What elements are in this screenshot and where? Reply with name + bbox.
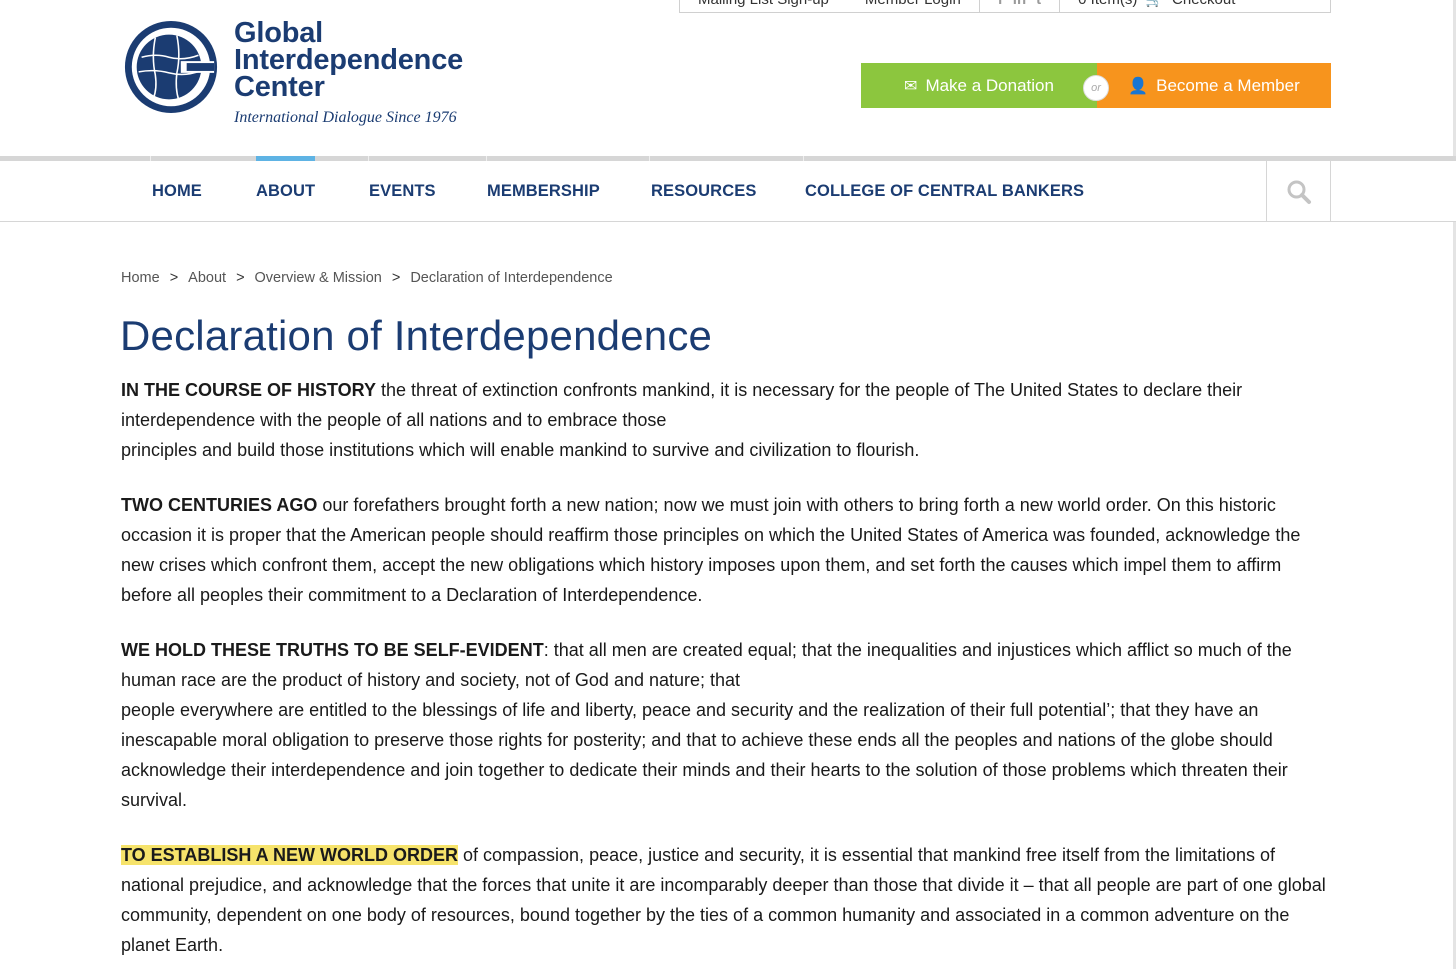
breadcrumb-current: Declaration of Interdependence — [410, 270, 613, 286]
become-member-button[interactable]: 👤 Become a Member — [1097, 63, 1331, 108]
twitter-icon[interactable]: t — [1036, 0, 1041, 8]
add-user-icon: 👤 — [1128, 77, 1149, 95]
paragraph: IN THE COURSE OF HISTORY the threat of e… — [121, 375, 1331, 465]
nav-item-membership[interactable]: MEMBERSHIP — [487, 161, 600, 222]
nav-item-resources[interactable]: RESOURCES — [651, 161, 756, 222]
nav-item-events[interactable]: EVENTS — [369, 161, 436, 222]
breadcrumb-home[interactable]: Home — [121, 270, 160, 286]
article-body: IN THE COURSE OF HISTORY the threat of e… — [121, 375, 1331, 969]
breadcrumb-separator: > — [169, 270, 179, 286]
paragraph-lead: IN THE COURSE OF HISTORY — [121, 380, 377, 400]
logo-line-3: Center — [234, 71, 325, 103]
member-login-link[interactable]: Member Login — [847, 0, 979, 12]
breadcrumb-about[interactable]: About — [188, 270, 226, 286]
search-button[interactable] — [1266, 161, 1331, 222]
paragraph: WE HOLD THESE TRUTHS TO BE SELF-EVIDENT:… — [121, 635, 1331, 815]
breadcrumb-overview-mission[interactable]: Overview & Mission — [255, 270, 382, 286]
highlighted-lead: TO ESTABLISH A NEW WORLD ORDER — [121, 845, 458, 865]
breadcrumb: Home > About > Overview & Mission > Decl… — [121, 270, 613, 286]
donate-button[interactable]: ✉ Make a Donation — [861, 63, 1097, 108]
linkedin-icon[interactable]: in — [1013, 0, 1026, 8]
paragraph-text: : that all men are created equal; that t… — [121, 640, 1292, 810]
logo-line-1: Global — [234, 17, 324, 49]
paragraph-lead: TWO CENTURIES AGO — [121, 495, 318, 515]
donation-box-icon: ✉ — [904, 77, 918, 95]
paragraph-lead: WE HOLD THESE TRUTHS TO BE SELF-EVIDENT — [121, 640, 544, 660]
facebook-icon[interactable]: f — [998, 0, 1003, 8]
cart-count[interactable]: 0 Item(s) — [1078, 0, 1137, 8]
paragraph: TO ESTABLISH A NEW WORLD ORDER of compas… — [121, 840, 1331, 960]
donate-label: Make a Donation — [925, 75, 1054, 95]
nav-item-about[interactable]: ABOUT — [256, 161, 315, 222]
main-nav: HOME ABOUT EVENTS MEMBERSHIP RESOURCES C… — [0, 161, 1456, 222]
page: Mailing List Sign-up Member Login f in t… — [0, 0, 1456, 969]
checkout-link[interactable]: Checkout — [1172, 0, 1235, 8]
globe-puzzle-icon — [124, 20, 218, 114]
paragraph: TWO CENTURIES AGO our forefathers brough… — [121, 490, 1331, 610]
logo-text: Global Interdependence Center Internatio… — [234, 17, 464, 127]
breadcrumb-separator: > — [391, 270, 401, 286]
nav-item-home[interactable]: HOME — [152, 161, 202, 222]
site-logo[interactable]: Global Interdependence Center Internatio… — [122, 18, 463, 127]
member-label: Become a Member — [1156, 75, 1300, 95]
social-links: f in t — [978, 0, 1059, 12]
page-title: Declaration of Interdependence — [120, 312, 713, 359]
search-icon — [1287, 180, 1311, 204]
breadcrumb-separator: > — [236, 270, 245, 286]
cart-icon[interactable]: 🛒 — [1145, 0, 1164, 8]
utility-bar: Mailing List Sign-up Member Login f in t… — [679, 0, 1331, 13]
nav-item-college-of-central-bankers[interactable]: COLLEGE OF CENTRAL BANKERS — [805, 161, 1084, 222]
or-badge: or — [1083, 75, 1109, 101]
cart-area: 0 Item(s) 🛒 Checkout — [1059, 0, 1253, 12]
mailing-list-link[interactable]: Mailing List Sign-up — [680, 0, 847, 12]
logo-tagline: International Dialogue Since 1976 — [234, 109, 457, 126]
logo-line-2: Interdependence — [234, 44, 464, 76]
